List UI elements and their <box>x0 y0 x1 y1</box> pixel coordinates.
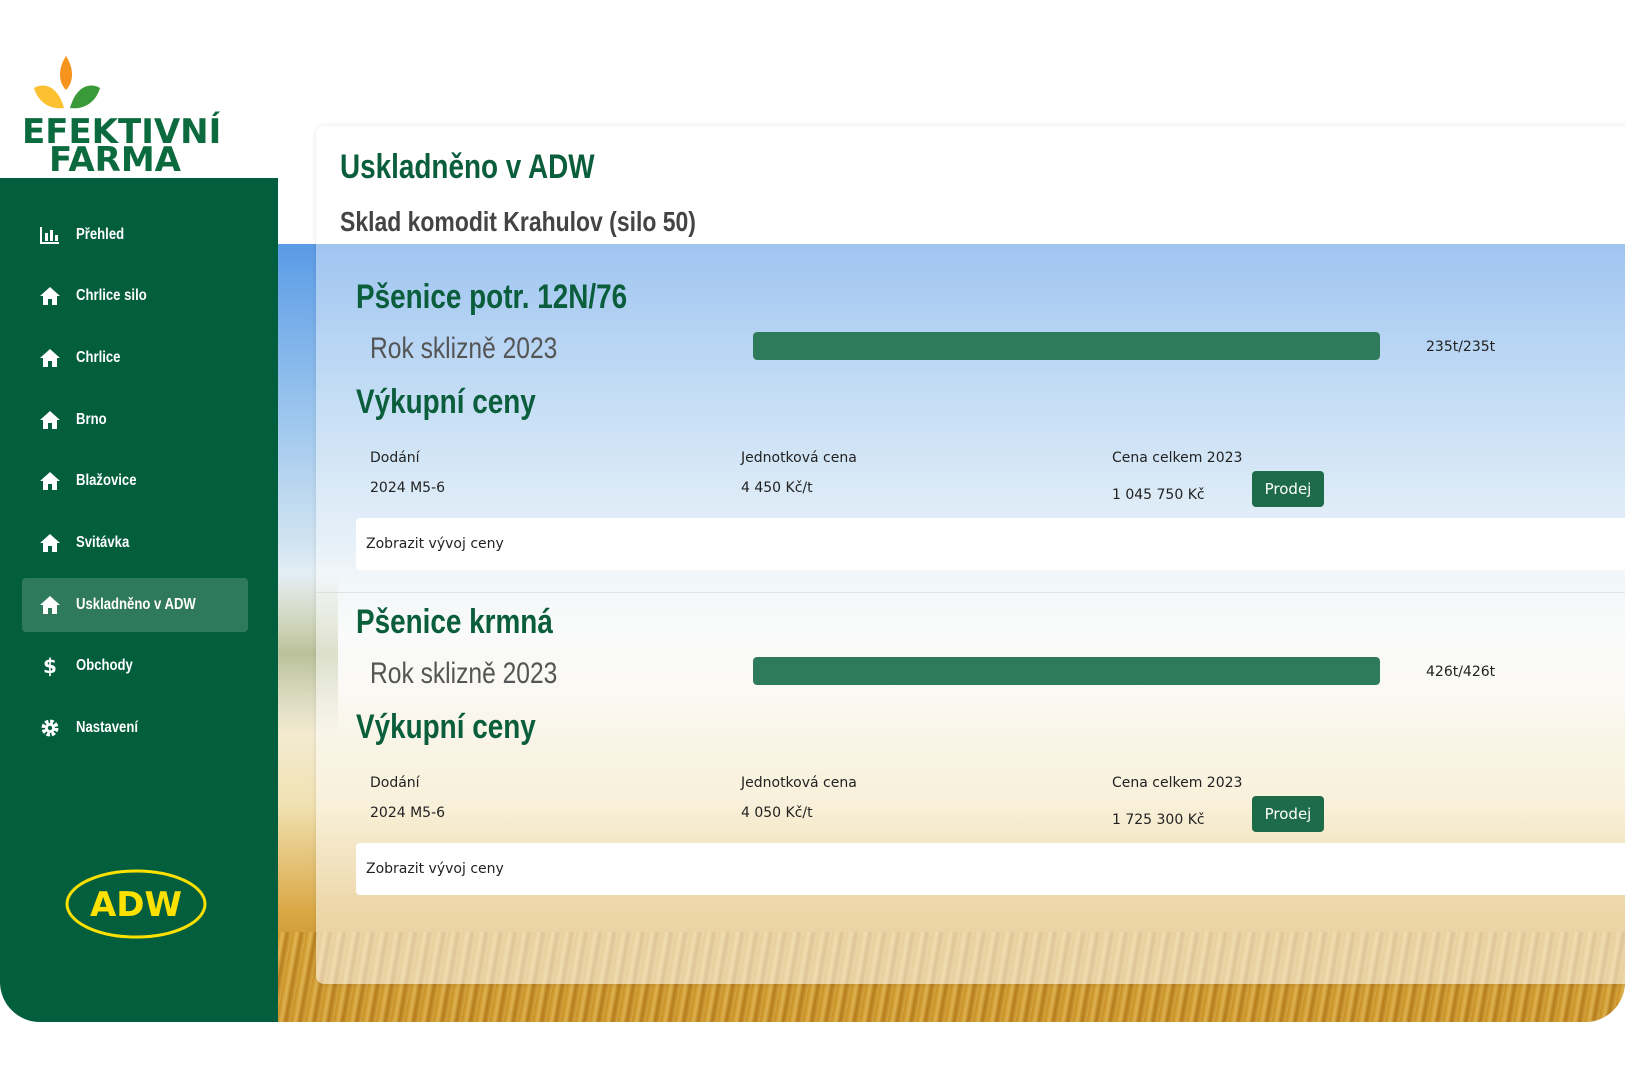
sidebar-item-label: Blažovice <box>76 472 137 489</box>
sidebar-item-chrlice-silo[interactable]: Chrlice silo <box>22 269 248 323</box>
stock-progress-text: 426t/426t <box>1426 664 1496 680</box>
stock-progress-text: 235t/235t <box>1426 339 1496 355</box>
adw-partner-logo[interactable]: ADW <box>64 868 208 940</box>
delivery-value: 2024 M5-6 <box>370 805 446 821</box>
col-header-unit-price: Jednotková cena <box>741 775 857 791</box>
col-header-delivery: Dodání <box>370 450 420 466</box>
commodity-name: Pšenice krmná <box>356 603 553 641</box>
home-icon <box>38 347 62 369</box>
col-header-unit-price: Jednotková cena <box>741 450 857 466</box>
unit-price-value: 4 450 Kč/t <box>741 480 813 496</box>
card-body: Pšenice potr. 12N/76 Rok sklizně 2023 23… <box>316 244 1625 984</box>
chart-icon <box>38 224 62 246</box>
total-value: 1 045 750 Kč <box>1112 487 1205 503</box>
sidebar: Přehled Chrlice silo Chrlice Brno Blažov… <box>0 178 278 1022</box>
brand-logo[interactable]: EFEKTIVNÍ FARMA <box>0 48 278 180</box>
show-price-history-link[interactable]: Zobrazit vývoj ceny <box>356 518 1625 570</box>
gear-icon <box>38 717 62 739</box>
sidebar-item-svitavka[interactable]: Svitávka <box>22 516 248 570</box>
sidebar-item-label: Uskladněno v ADW <box>76 596 196 613</box>
prices-heading: Výkupní ceny <box>356 383 536 421</box>
sidebar-item-brno[interactable]: Brno <box>22 393 248 447</box>
stock-progress-bar <box>753 657 1380 685</box>
col-header-total: Cena celkem 2023 <box>1112 450 1243 466</box>
leaf-logo-icon <box>34 56 100 109</box>
commodity-name: Pšenice potr. 12N/76 <box>356 278 628 316</box>
home-icon <box>38 532 62 554</box>
home-icon <box>38 285 62 307</box>
sidebar-item-label: Obchody <box>76 657 133 674</box>
app-window: EFEKTIVNÍ FARMA Přehled Chrlice silo Chr… <box>0 48 1625 1022</box>
sidebar-item-label: Nastavení <box>76 719 138 736</box>
delivery-value: 2024 M5-6 <box>370 480 446 496</box>
home-icon <box>38 470 62 492</box>
stock-progress-bar <box>753 332 1380 360</box>
sidebar-item-label: Svitávka <box>76 534 130 551</box>
svg-text:$: $ <box>43 655 57 677</box>
adw-logo-text: ADW <box>90 885 182 925</box>
logo-text-line2: FARMA <box>49 140 181 180</box>
sidebar-item-obchody[interactable]: $ Obchody <box>22 639 248 693</box>
dollar-icon: $ <box>38 655 62 677</box>
sell-button[interactable]: Prodej <box>1252 796 1324 832</box>
home-icon <box>38 594 62 616</box>
col-header-delivery: Dodání <box>370 775 420 791</box>
main-card: Uskladněno v ADW Sklad komodit Krahulov … <box>316 126 1625 984</box>
sidebar-item-uskladneno-v-adw[interactable]: Uskladněno v ADW <box>22 578 248 632</box>
page-subtitle: Sklad komodit Krahulov (silo 50) <box>340 206 696 237</box>
sidebar-item-label: Brno <box>76 411 107 428</box>
prices-heading: Výkupní ceny <box>356 708 536 746</box>
sidebar-item-label: Chrlice <box>76 349 121 366</box>
card-header: Uskladněno v ADW Sklad komodit Krahulov … <box>316 126 1625 244</box>
harvest-year: Rok sklizně 2023 <box>370 332 558 365</box>
sidebar-item-label: Přehled <box>76 226 125 243</box>
stock-progress-fill <box>753 332 1380 360</box>
sidebar-item-label: Chrlice silo <box>76 287 147 304</box>
sidebar-item-prehled[interactable]: Přehled <box>22 208 248 262</box>
unit-price-value: 4 050 Kč/t <box>741 805 813 821</box>
sell-button[interactable]: Prodej <box>1252 471 1324 507</box>
stock-progress-fill <box>753 657 1380 685</box>
sidebar-item-blazovice[interactable]: Blažovice <box>22 454 248 508</box>
sidebar-item-chrlice[interactable]: Chrlice <box>22 331 248 385</box>
show-price-history-link[interactable]: Zobrazit vývoj ceny <box>356 843 1625 895</box>
harvest-year: Rok sklizně 2023 <box>370 657 558 690</box>
page-title: Uskladněno v ADW <box>340 148 595 186</box>
sidebar-item-nastaveni[interactable]: Nastavení <box>22 701 248 755</box>
col-header-total: Cena celkem 2023 <box>1112 775 1243 791</box>
section-divider <box>316 592 1625 593</box>
total-value: 1 725 300 Kč <box>1112 812 1205 828</box>
home-icon <box>38 409 62 431</box>
